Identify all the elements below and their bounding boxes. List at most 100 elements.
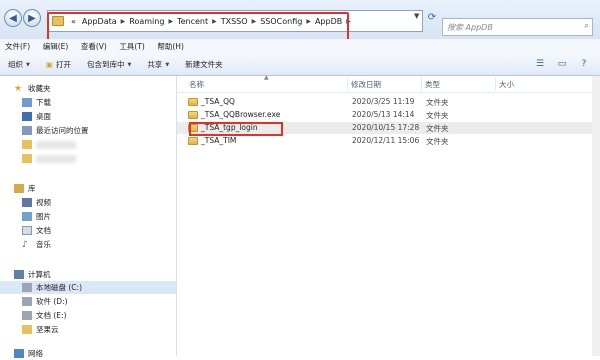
chevron-down-icon: ▼ (127, 61, 132, 68)
menu-file[interactable]: 文件(F) (0, 39, 35, 54)
open-label: 打开 (55, 60, 71, 69)
nav-music-label: 音乐 (36, 240, 51, 249)
column-size[interactable]: 大小 (499, 79, 514, 90)
folder-icon (188, 111, 198, 119)
include-in-library-button[interactable]: 包含到库中 ▼ (79, 59, 139, 70)
nav-videos[interactable]: 视频 (22, 196, 198, 209)
file-name: _TSA_TIM (201, 136, 237, 145)
file-type: 文件夹 (426, 98, 449, 107)
file-type: 文件夹 (426, 111, 449, 120)
file-name: _TSA_QQ (201, 97, 235, 106)
redacted-label (36, 140, 76, 149)
menu-bar: 文件(F) 编辑(E) 查看(V) 工具(T) 帮助(H) (0, 39, 600, 55)
nav-jianguoyun[interactable]: 坚果云 (22, 323, 198, 336)
nav-documents[interactable]: 文档 (22, 224, 198, 237)
navigation-pane: ★ 收藏夹 下载 桌面 最近访问的位置 库 视频 图片 文档 ♪ 音乐 计算机 本地… (0, 76, 177, 358)
table-row[interactable]: _TSA_TIM 2020/12/11 15:06 文件夹 (177, 135, 600, 147)
download-folder-icon (22, 98, 32, 107)
search-input[interactable]: 搜索 AppDB ⌕ (442, 18, 593, 36)
music-icon: ♪ (22, 240, 28, 250)
nav-desktop-label: 桌面 (36, 112, 51, 121)
column-headers: 名称 ▲ 修改日期 类型 大小 (177, 74, 600, 93)
nav-drive-e[interactable]: 文档 (E:) (22, 309, 198, 322)
file-date: 2020/5/13 14:14 (352, 110, 415, 119)
view-options-icon[interactable]: ☰ (532, 57, 548, 71)
nav-recent[interactable]: 最近访问的位置 (22, 124, 198, 137)
help-icon[interactable]: ? (576, 57, 592, 71)
nav-favorites[interactable]: ★ 收藏夹 (14, 82, 190, 95)
nav-downloads-label: 下载 (36, 98, 51, 107)
nav-computer[interactable]: 计算机 (14, 268, 190, 281)
preview-pane-icon[interactable]: ▭ (554, 57, 570, 71)
organize-button[interactable]: 组织 ▼ (0, 59, 38, 70)
folder-icon (188, 137, 198, 145)
star-icon: ★ (14, 84, 23, 94)
arrow-left-icon: ◀ (9, 12, 17, 24)
file-date: 2020/10/15 17:28 (352, 123, 420, 132)
command-bar: 组织 ▼ ▣ 打开 包含到库中 ▼ 共享 ▼ 新建文件夹 ☰ ▭ ? (0, 54, 600, 76)
nav-music[interactable]: ♪ 音乐 (22, 238, 198, 251)
organize-label: 组织 (8, 60, 23, 69)
table-row[interactable]: _TSA_QQBrowser.exe 2020/5/13 14:14 文件夹 (177, 109, 600, 121)
nav-network[interactable]: 网络 (14, 347, 190, 360)
picture-icon (22, 212, 32, 221)
file-date: 2020/3/25 11:19 (352, 97, 415, 106)
column-divider[interactable] (421, 78, 422, 90)
chevron-down-icon: ▼ (165, 61, 170, 68)
hard-drive-icon (22, 283, 32, 292)
nav-libraries[interactable]: 库 (14, 182, 190, 195)
nav-desktop[interactable]: 桌面 (22, 110, 198, 123)
table-row[interactable]: _TSA_QQ 2020/3/25 11:19 文件夹 (177, 96, 600, 108)
menu-view[interactable]: 查看(V) (76, 39, 112, 54)
file-type: 文件夹 (426, 124, 449, 133)
recent-places-icon (22, 126, 32, 135)
video-icon (22, 198, 32, 207)
network-icon (14, 349, 24, 358)
folder-icon (188, 98, 198, 106)
arrow-right-icon: ▶ (28, 12, 36, 24)
hard-drive-icon (22, 311, 32, 320)
menu-help[interactable]: 帮助(H) (152, 39, 189, 54)
nav-pictures-label: 图片 (36, 212, 51, 221)
file-type: 文件夹 (426, 137, 449, 146)
computer-icon (14, 270, 24, 279)
search-icon[interactable]: ⌕ (584, 21, 589, 31)
redacted-label (36, 154, 76, 163)
nav-blurred-item-2[interactable] (22, 152, 198, 165)
highlight-box (189, 122, 283, 136)
column-date[interactable]: 修改日期 (351, 79, 381, 90)
column-name[interactable]: 名称 (189, 79, 204, 90)
forward-button[interactable]: ▶ (23, 9, 41, 27)
open-button[interactable]: ▣ 打开 (38, 59, 79, 70)
column-divider[interactable] (495, 78, 496, 90)
share-button[interactable]: 共享 ▼ (139, 59, 177, 70)
nav-recent-label: 最近访问的位置 (36, 126, 89, 135)
nav-local-c-label: 本地磁盘 (C:) (36, 283, 82, 292)
folder-icon (22, 154, 32, 163)
nav-documents-label: 文档 (36, 226, 51, 235)
new-folder-label: 新建文件夹 (185, 60, 223, 69)
scrollbar[interactable] (592, 76, 600, 356)
sort-up-icon: ▲ (264, 74, 269, 81)
nav-blurred-item-1[interactable] (22, 138, 198, 151)
menu-edit[interactable]: 编辑(E) (38, 39, 74, 54)
nav-drive-e-label: 文档 (E:) (36, 311, 67, 320)
nav-pictures[interactable]: 图片 (22, 210, 198, 223)
file-name: _TSA_QQBrowser.exe (201, 110, 281, 119)
nav-drive-d[interactable]: 软件 (D:) (22, 295, 198, 308)
new-folder-button[interactable]: 新建文件夹 (177, 59, 231, 70)
back-button[interactable]: ◀ (4, 9, 22, 27)
hard-drive-icon (22, 297, 32, 306)
search-placeholder: 搜索 AppDB (447, 23, 493, 32)
nav-videos-label: 视频 (36, 198, 51, 207)
nav-downloads[interactable]: 下载 (22, 96, 198, 109)
column-type[interactable]: 类型 (425, 79, 440, 90)
chevron-down-icon[interactable]: ▼ (414, 12, 419, 20)
nav-favorites-label: 收藏夹 (28, 84, 51, 93)
include-label: 包含到库中 (86, 60, 125, 69)
menu-tools[interactable]: 工具(T) (114, 39, 149, 54)
refresh-icon[interactable]: ⟳ (425, 12, 439, 28)
nav-local-disk-c[interactable]: 本地磁盘 (C:) (0, 281, 176, 294)
column-divider[interactable] (347, 78, 348, 90)
folder-icon (22, 140, 32, 149)
